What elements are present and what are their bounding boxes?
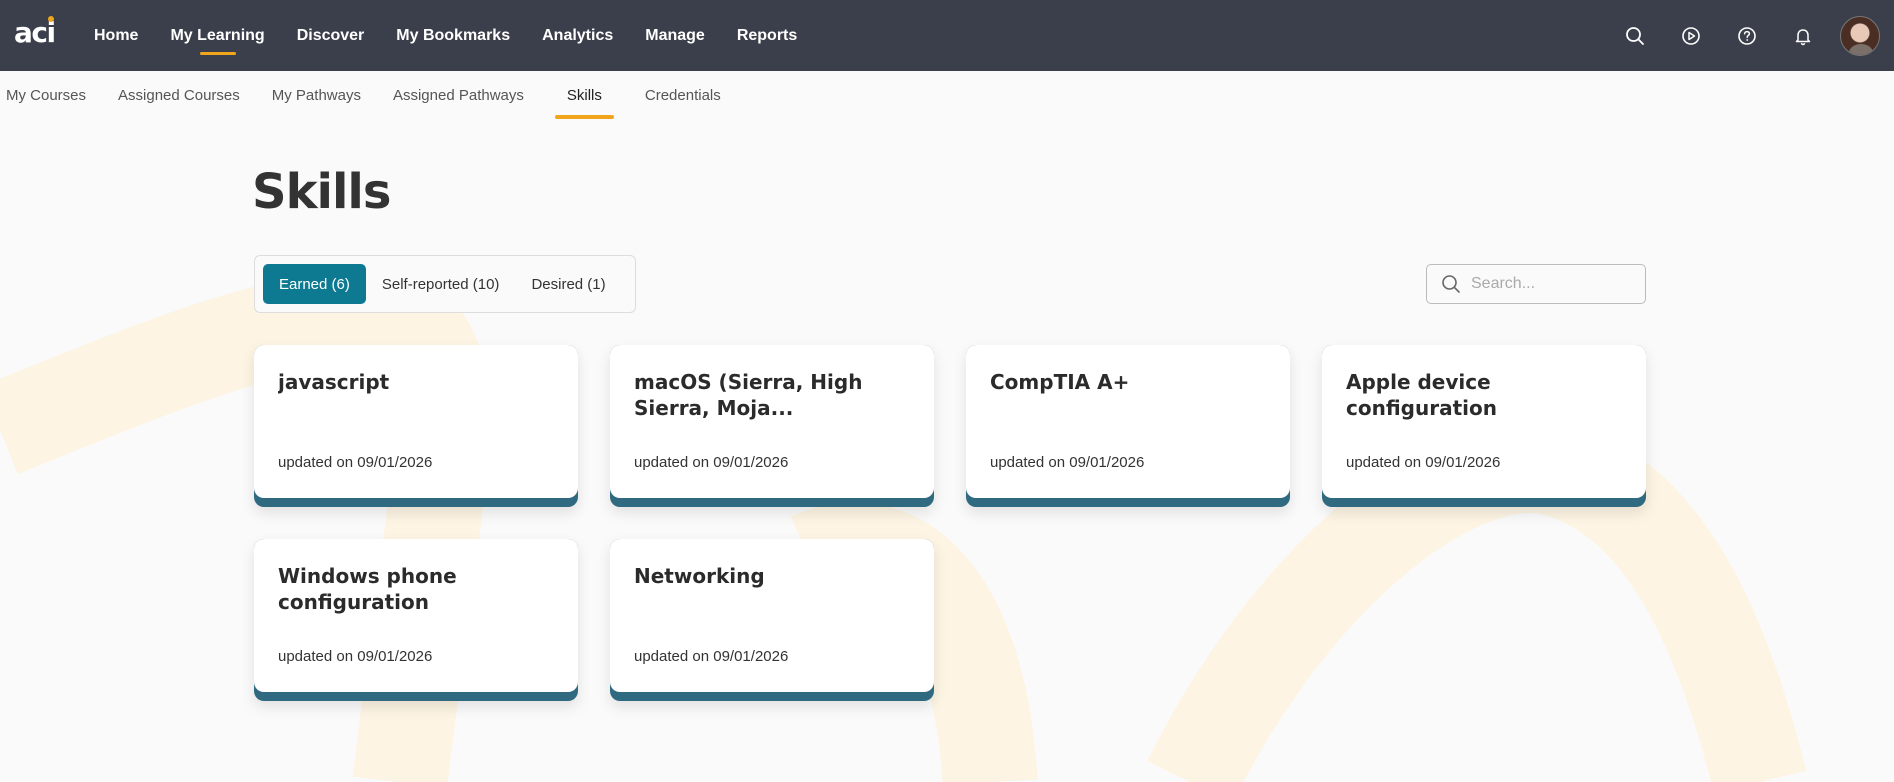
help-icon[interactable] [1736, 25, 1758, 47]
tab-assigned-courses[interactable]: Assigned Courses [118, 71, 240, 119]
filter-tab-earned[interactable]: Earned (6) [263, 264, 366, 304]
skill-card-updated: updated on 09/01/2026 [634, 454, 789, 471]
skill-card-title: javascript [278, 370, 390, 394]
skill-card-body: Networking updated on 09/01/2026 [610, 539, 934, 692]
filter-tab-self-reported[interactable]: Self-reported (10) [366, 264, 516, 304]
top-icons [1590, 0, 1894, 71]
skill-card-body: Apple device configuration updated on 09… [1322, 345, 1646, 498]
nav-item-my-learning[interactable]: My Learning [170, 0, 264, 71]
search-icon[interactable] [1624, 25, 1646, 47]
main-nav: Home My Learning Discover My Bookmarks A… [94, 0, 829, 71]
skill-card-body: macOS (Sierra, High Sierra, Moja... upda… [610, 345, 934, 498]
skill-filter-tabs: Earned (6) Self-reported (10) Desired (1… [254, 255, 636, 313]
skill-card[interactable]: Networking updated on 09/01/2026 [610, 539, 934, 701]
top-navigation-bar: aci Home My Learning Discover My Bookmar… [0, 0, 1894, 71]
nav-item-discover[interactable]: Discover [297, 0, 365, 71]
sub-navigation: My Courses Assigned Courses My Pathways … [0, 71, 721, 119]
skill-card[interactable]: CompTIA A+ updated on 09/01/2026 [966, 345, 1290, 507]
nav-item-reports[interactable]: Reports [737, 0, 797, 71]
tab-assigned-pathways[interactable]: Assigned Pathways [393, 71, 524, 119]
skill-card-title: macOS (Sierra, High Sierra, Moja... [634, 370, 863, 420]
page-title: Skills [252, 164, 391, 220]
aci-logo[interactable]: aci [14, 16, 56, 48]
tab-my-courses[interactable]: My Courses [6, 71, 86, 119]
logo-dot [48, 16, 54, 22]
search-icon [1442, 275, 1460, 293]
tab-credentials[interactable]: Credentials [645, 71, 721, 119]
skill-card-updated: updated on 09/01/2026 [1346, 454, 1501, 471]
skill-card-title: CompTIA A+ [990, 370, 1130, 394]
filter-tab-desired[interactable]: Desired (1) [515, 264, 621, 304]
skill-card-body: javascript updated on 09/01/2026 [254, 345, 578, 498]
skill-card[interactable]: Windows phone configuration updated on 0… [254, 539, 578, 701]
skill-card-body: CompTIA A+ updated on 09/01/2026 [966, 345, 1290, 498]
skill-card-body: Windows phone configuration updated on 0… [254, 539, 578, 692]
avatar[interactable] [1840, 15, 1880, 56]
play-icon[interactable] [1680, 25, 1702, 47]
skill-card-updated: updated on 09/01/2026 [634, 648, 789, 665]
nav-item-manage[interactable]: Manage [645, 0, 705, 71]
skill-card-title: Apple device configuration [1346, 370, 1497, 420]
skill-card-updated: updated on 09/01/2026 [990, 454, 1145, 471]
skill-card[interactable]: Apple device configuration updated on 09… [1322, 345, 1646, 507]
skill-card-updated: updated on 09/01/2026 [278, 454, 433, 471]
tab-my-pathways[interactable]: My Pathways [272, 71, 361, 119]
nav-item-my-bookmarks[interactable]: My Bookmarks [396, 0, 510, 71]
skill-card[interactable]: javascript updated on 09/01/2026 [254, 345, 578, 507]
skill-card-title: Networking [634, 564, 765, 588]
skill-card[interactable]: macOS (Sierra, High Sierra, Moja... upda… [610, 345, 934, 507]
nav-item-home[interactable]: Home [94, 0, 138, 71]
tab-skills[interactable]: Skills [554, 71, 614, 119]
bell-icon[interactable] [1792, 25, 1814, 47]
skill-card-updated: updated on 09/01/2026 [278, 648, 433, 665]
search-box [1426, 264, 1646, 304]
nav-item-analytics[interactable]: Analytics [542, 0, 613, 71]
skill-card-title: Windows phone configuration [278, 564, 457, 614]
search-input[interactable] [1471, 275, 1631, 293]
